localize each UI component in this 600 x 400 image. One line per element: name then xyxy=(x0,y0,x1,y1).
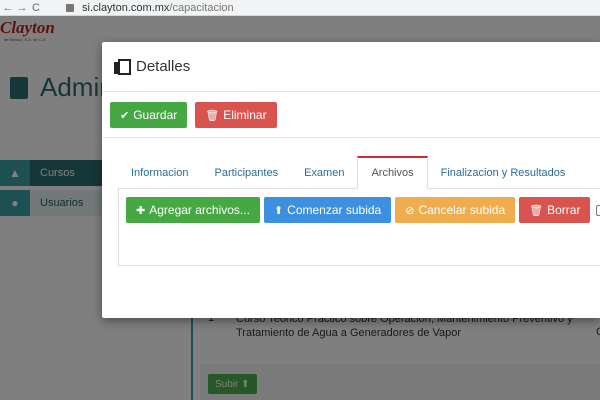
trash-icon: 🗑 xyxy=(205,109,220,122)
tab-bar: Informacion Participantes Examen Archivo… xyxy=(118,156,600,189)
tab-participantes[interactable]: Participantes xyxy=(201,156,291,189)
delete-button[interactable]: 🗑 Eliminar xyxy=(195,102,277,128)
browser-toolbar: ← → C si.clayton.com.mx/capacitacion xyxy=(0,0,600,16)
plus-icon: ✚ xyxy=(136,204,146,217)
modal-toolbar: ✔ Guardar 🗑 Eliminar xyxy=(110,102,277,128)
start-upload-label: Comenzar subida xyxy=(287,203,382,217)
reload-icon[interactable]: C xyxy=(30,2,42,14)
ban-icon: ⊘ xyxy=(405,204,415,217)
cancel-upload-button[interactable]: ⊘ Cancelar subida xyxy=(395,197,516,223)
modal-title: Detalles xyxy=(136,58,191,75)
upload-icon: ⬆ xyxy=(273,204,284,217)
check-icon: ✔ xyxy=(120,109,130,122)
select-all-checkbox[interactable] xyxy=(596,204,600,216)
tab-archivos[interactable]: Archivos xyxy=(357,156,428,189)
tab-finalizacion[interactable]: Finalizacion y Resultados xyxy=(428,156,579,189)
start-upload-button[interactable]: ⬆ Comenzar subida xyxy=(263,197,392,223)
lock-icon xyxy=(66,3,74,12)
add-files-label: Agregar archivos... xyxy=(149,203,250,217)
modal-header: Detalles xyxy=(102,42,600,92)
delete-files-label: Borrar xyxy=(547,203,581,217)
cancel-upload-label: Cancelar subida xyxy=(418,203,506,217)
address-bar[interactable]: si.clayton.com.mx/capacitacion xyxy=(82,2,234,14)
url-host: si.clayton.com.mx xyxy=(82,1,170,14)
add-files-button[interactable]: ✚ Agregar archivos... xyxy=(126,197,260,223)
tab-informacion[interactable]: Informacion xyxy=(118,156,201,189)
forward-icon[interactable]: → xyxy=(16,2,28,14)
divider xyxy=(102,137,600,138)
delete-files-button[interactable]: 🗑 Borrar xyxy=(519,197,591,223)
url-path: /capacitacion xyxy=(169,1,234,14)
tab-examen[interactable]: Examen xyxy=(291,156,357,189)
details-modal: Detalles ✔ Guardar 🗑 Eliminar Informacio… xyxy=(102,42,600,318)
delete-label: Eliminar xyxy=(223,108,267,122)
save-button[interactable]: ✔ Guardar xyxy=(110,102,188,128)
trash-icon: 🗑 xyxy=(529,204,544,217)
copy-icon xyxy=(114,58,131,75)
back-icon[interactable]: ← xyxy=(2,2,14,14)
save-label: Guardar xyxy=(133,108,178,122)
file-actions: ✚ Agregar archivos... ⬆ Comenzar subida … xyxy=(126,197,600,223)
